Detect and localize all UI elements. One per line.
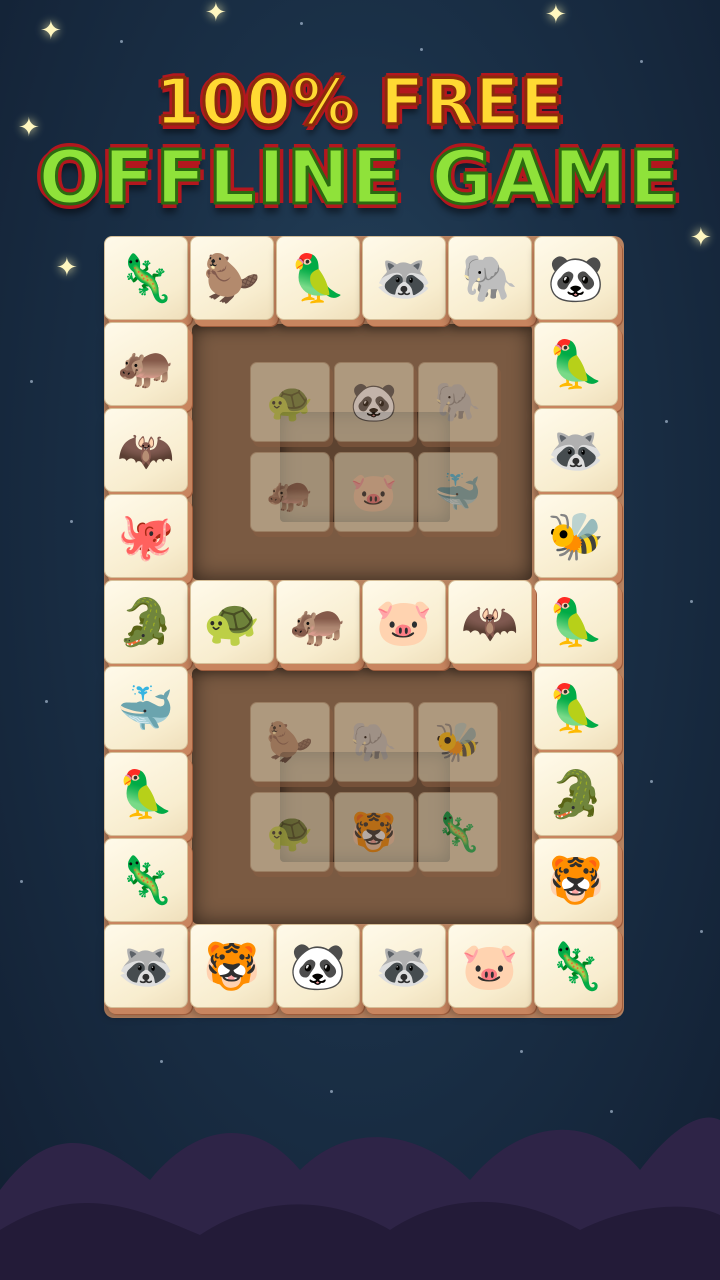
crocodile-icon: 🐊 <box>117 595 175 649</box>
bee-icon: 🐝 <box>434 719 482 764</box>
tile-bat[interactable]: 🦇 <box>448 580 532 664</box>
chameleon-icon: 🦎 <box>117 853 175 907</box>
elephant-icon: 🐘 <box>434 379 482 424</box>
elephant-icon: 🐘 <box>461 251 519 305</box>
parrot-icon: 🦜 <box>117 767 175 821</box>
turtle-icon: 🐢 <box>266 379 314 424</box>
tile-hippo: 🦛 <box>250 452 330 532</box>
pig-icon: 🐷 <box>350 469 398 514</box>
crocodile-icon: 🐊 <box>547 767 605 821</box>
tile-chameleon: 🦎 <box>418 792 498 872</box>
sparkle-icon: ✦ <box>205 0 227 28</box>
octopus-icon: 🐙 <box>117 509 175 563</box>
tile-turtle[interactable]: 🐢 <box>190 580 274 664</box>
tile-pig[interactable]: 🐷 <box>362 580 446 664</box>
tile-beaver: 🦫 <box>250 702 330 782</box>
tile-bee: 🐝 <box>418 702 498 782</box>
tile-parrot[interactable]: 🦜 <box>104 752 188 836</box>
bee-icon: 🐝 <box>547 509 605 563</box>
tile-turtle: 🐢 <box>250 792 330 872</box>
hippo-icon: 🦛 <box>289 595 347 649</box>
parrot-icon: 🦜 <box>547 595 605 649</box>
headline-offline-game: OFFLINE GAME <box>37 134 682 223</box>
beaver-icon: 🦫 <box>266 719 314 764</box>
tile-chameleon[interactable]: 🦎 <box>104 236 188 320</box>
tile-crocodile[interactable]: 🐊 <box>104 580 188 664</box>
turtle-icon: 🐢 <box>266 809 314 854</box>
cockatoo-icon: 🦜 <box>289 251 347 305</box>
headline-free: 100% FREE <box>154 65 565 142</box>
tiger-icon: 🐯 <box>350 809 398 854</box>
tile-elephant: 🐘 <box>334 702 414 782</box>
panda-icon: 🐼 <box>350 379 398 424</box>
mahjong-board: 🐢 🐼 🐘 🦛 🐷 🐳 🦫 🐘 🐝 🐢 🐯 🦎 🦎 🦫 🦜 🦝 🐘 🐼 🦛 🦇 🐙 🐊 🐳 🦜 🦎 🦜 🦝 🐝 🦜 🦜 🐊 🐯 🐢 🦛 🐷 🦇 🦝 🐯… <box>100 232 630 1022</box>
turtle-icon: 🐢 <box>203 595 261 649</box>
sparkle-icon: ✦ <box>545 0 567 30</box>
raccoon-icon: 🦝 <box>547 423 605 477</box>
tile-elephant[interactable]: 🐘 <box>448 236 532 320</box>
tile-octopus[interactable]: 🐙 <box>104 494 188 578</box>
tile-cockatoo[interactable]: 🦜 <box>276 236 360 320</box>
sparkle-icon: ✦ <box>690 223 712 253</box>
tile-turtle: 🐢 <box>250 362 330 442</box>
sparkle-icon: ✦ <box>56 253 78 283</box>
tiger-icon: 🐯 <box>547 853 605 907</box>
tile-raccoon[interactable]: 🦝 <box>534 408 618 492</box>
tile-pig: 🐷 <box>334 452 414 532</box>
tile-bat[interactable]: 🦇 <box>104 408 188 492</box>
tile-tiger: 🐯 <box>334 792 414 872</box>
tile-parrot[interactable]: 🦜 <box>534 322 618 406</box>
tile-panda: 🐼 <box>334 362 414 442</box>
tile-cockatoo[interactable]: 🦜 <box>534 666 618 750</box>
beaver-icon: 🦫 <box>203 251 261 305</box>
tile-whale[interactable]: 🐳 <box>104 666 188 750</box>
parrot-icon: 🦜 <box>547 337 605 391</box>
pig-icon: 🐷 <box>375 595 433 649</box>
sparkle-icon: ✦ <box>40 16 62 46</box>
tile-hippo[interactable]: 🦛 <box>104 322 188 406</box>
whale-icon: 🐳 <box>434 469 482 514</box>
elephant-icon: 🐘 <box>350 719 398 764</box>
tile-chameleon[interactable]: 🦎 <box>104 838 188 922</box>
bat-icon: 🦇 <box>461 595 519 649</box>
tile-parrot[interactable]: 🦜 <box>534 580 618 664</box>
tile-bee[interactable]: 🐝 <box>534 494 618 578</box>
tile-tiger[interactable]: 🐯 <box>534 838 618 922</box>
tile-panda[interactable]: 🐼 <box>534 236 618 320</box>
hippo-icon: 🦛 <box>266 469 314 514</box>
panda-icon: 🐼 <box>547 251 605 305</box>
bat-icon: 🦇 <box>117 423 175 477</box>
tile-hippo[interactable]: 🦛 <box>276 580 360 664</box>
tile-elephant: 🐘 <box>418 362 498 442</box>
whale-icon: 🐳 <box>117 681 175 735</box>
tile-whale: 🐳 <box>418 452 498 532</box>
tile-beaver[interactable]: 🦫 <box>190 236 274 320</box>
tile-raccoon[interactable]: 🦝 <box>362 236 446 320</box>
tile-crocodile[interactable]: 🐊 <box>534 752 618 836</box>
chameleon-icon: 🦎 <box>434 809 482 854</box>
raccoon-icon: 🦝 <box>375 251 433 305</box>
cockatoo-icon: 🦜 <box>547 681 605 735</box>
chameleon-icon: 🦎 <box>117 251 175 305</box>
hippo-icon: 🦛 <box>117 337 175 391</box>
hills-silhouette <box>0 1117 720 1280</box>
